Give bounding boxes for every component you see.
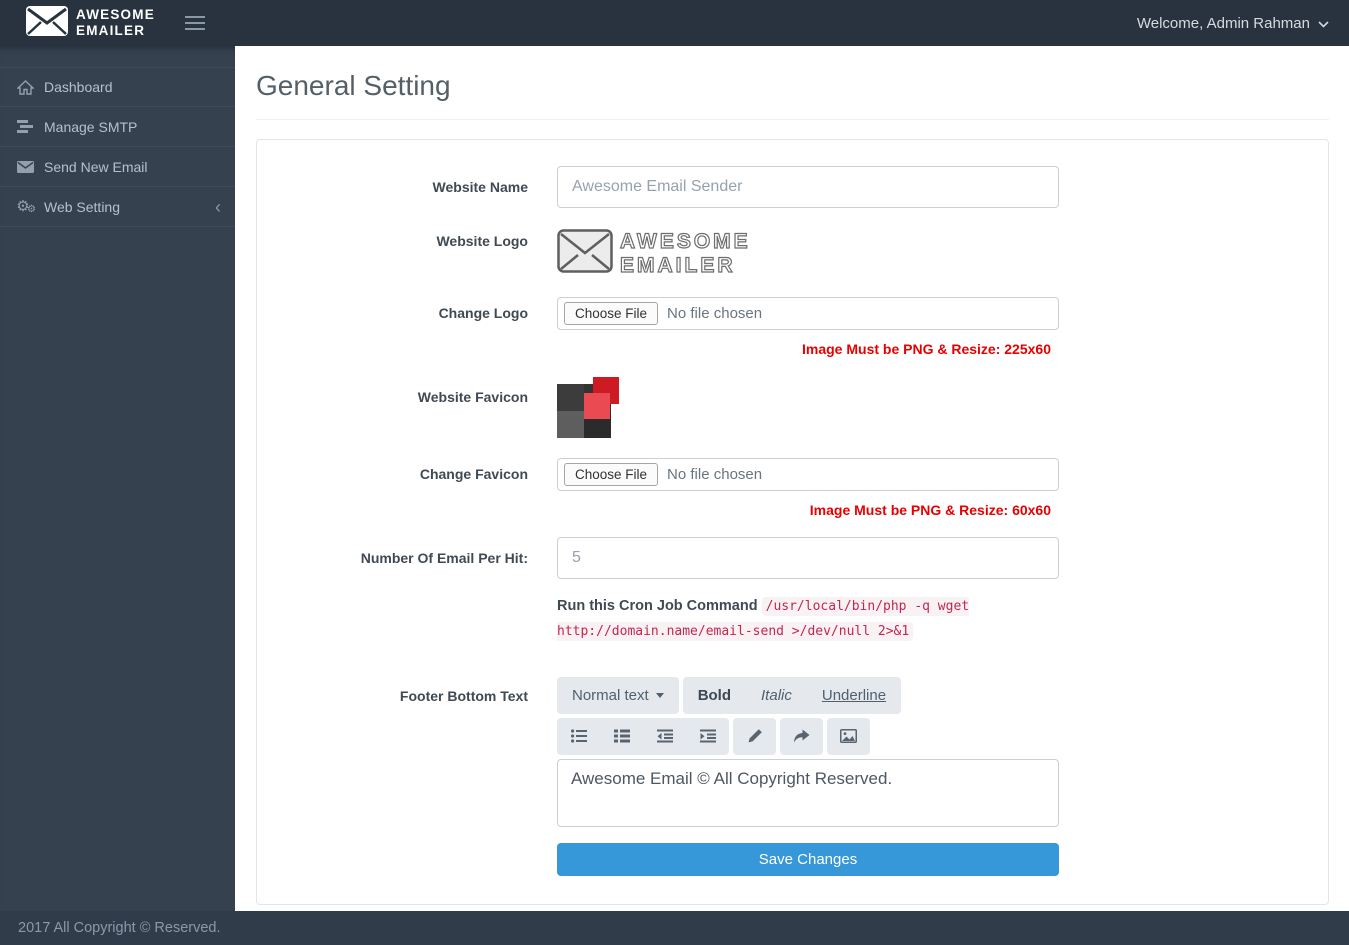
sidebar-item-manage-smtp[interactable]: Manage SMTP	[0, 107, 235, 147]
cron-command-line: Run this Cron Job Command /usr/local/bin…	[557, 594, 1059, 645]
sidebar-item-label: Manage SMTP	[44, 119, 137, 135]
footer-text-label: Footer Bottom Text	[272, 677, 528, 876]
envelope-logo-gray-icon	[557, 229, 613, 278]
file-status-text: No file chosen	[667, 305, 762, 322]
editor-toolbar-row-1: Normal text Bold Italic Underline	[557, 677, 1059, 714]
outdent-icon	[657, 729, 673, 743]
list-ul-icon	[571, 729, 587, 743]
chevron-down-icon	[1318, 15, 1329, 32]
list-icon	[614, 729, 630, 743]
title-divider	[256, 119, 1329, 120]
editor-toolbar-row-2	[557, 718, 1059, 755]
insert-image-button[interactable]	[827, 718, 870, 755]
list-icon	[14, 120, 36, 134]
sidebar-item-label: Dashboard	[44, 79, 113, 95]
pencil-icon	[747, 728, 763, 744]
gears-icon: ⚙︎⚙︎	[14, 199, 36, 214]
sidebar-item-web-setting[interactable]: ⚙︎⚙︎ Web Setting ‹	[0, 187, 235, 227]
home-icon	[14, 80, 36, 95]
main-content: General Setting Website Name Website Log…	[235, 46, 1349, 911]
ordered-list-button[interactable]	[600, 718, 643, 755]
file-status-text: No file chosen	[667, 466, 762, 483]
sidebar-item-dashboard[interactable]: Dashboard	[0, 67, 235, 107]
page-footer: 2017 All Copyright © Reserved.	[0, 911, 1349, 945]
website-favicon-label: Website Favicon	[272, 376, 528, 439]
italic-button[interactable]: Italic	[746, 677, 807, 714]
form-row-website-favicon: Website Favicon	[272, 376, 1313, 439]
user-menu[interactable]: Welcome, Admin Rahman	[1137, 15, 1349, 32]
save-changes-button[interactable]: Save Changes	[557, 843, 1059, 876]
page-title: General Setting	[256, 70, 1329, 102]
forward-arrow-button[interactable]	[780, 718, 823, 755]
favicon-size-hint: Image Must be PNG & Resize: 60x60	[557, 502, 1059, 518]
unordered-list-button[interactable]	[557, 718, 600, 755]
envelope-logo-icon	[26, 6, 68, 41]
image-icon	[840, 729, 857, 743]
forward-arrow-icon	[793, 729, 810, 744]
settings-panel: Website Name Website Logo	[256, 139, 1329, 905]
underline-button[interactable]: Underline	[807, 677, 901, 714]
user-menu-label: Welcome, Admin Rahman	[1137, 15, 1310, 32]
change-logo-file-input[interactable]: Choose File No file chosen	[557, 297, 1059, 330]
change-favicon-file-input[interactable]: Choose File No file chosen	[557, 458, 1059, 491]
form-row-emails-per-hit: Number Of Email Per Hit: Run this Cron J…	[272, 537, 1313, 645]
form-row-website-name: Website Name	[272, 166, 1313, 208]
footer-text-editor[interactable]: Awesome Email © All Copyright Reserved.	[557, 759, 1059, 827]
envelope-icon	[14, 161, 36, 173]
form-row-footer-text: Footer Bottom Text Normal text Bold Ital…	[272, 677, 1313, 876]
form-row-change-favicon: Change Favicon Choose File No file chose…	[272, 458, 1313, 518]
choose-file-button[interactable]: Choose File	[564, 463, 658, 486]
change-logo-label: Change Logo	[272, 297, 528, 357]
cron-label: Run this Cron Job Command	[557, 598, 758, 614]
sidebar-item-send-new-email[interactable]: Send New Email	[0, 147, 235, 187]
sidebar-item-label: Send New Email	[44, 159, 148, 175]
caret-down-icon	[656, 693, 664, 698]
edit-pencil-button[interactable]	[733, 718, 776, 755]
outdent-button[interactable]	[643, 718, 686, 755]
website-logo-label: Website Logo	[272, 227, 528, 278]
form-row-change-logo: Change Logo Choose File No file chosen I…	[272, 297, 1313, 357]
chevron-left-icon: ‹	[215, 198, 221, 216]
sidebar-toggle-hamburger-icon[interactable]	[185, 16, 205, 30]
choose-file-button[interactable]: Choose File	[564, 302, 658, 325]
website-name-input[interactable]	[557, 166, 1059, 208]
website-logo-text: AWESOME EMAILER	[620, 230, 751, 276]
sidebar-item-label: Web Setting	[44, 199, 120, 215]
website-favicon-preview	[557, 377, 619, 439]
top-navbar: AWESOME EMAILER Welcome, Admin Rahman	[0, 0, 1349, 46]
change-favicon-label: Change Favicon	[272, 458, 528, 518]
website-logo-preview: AWESOME EMAILER	[557, 229, 1059, 278]
website-name-label: Website Name	[272, 166, 528, 208]
emails-per-hit-label: Number Of Email Per Hit:	[272, 537, 528, 645]
style-dropdown-button[interactable]: Normal text	[557, 677, 679, 714]
sidebar: Dashboard Manage SMTP Send New Email ⚙︎⚙…	[0, 46, 235, 911]
copyright-text: 2017 All Copyright © Reserved.	[18, 920, 221, 936]
brand-logo[interactable]: AWESOME EMAILER	[0, 0, 169, 46]
brand-text: AWESOME EMAILER	[76, 7, 155, 38]
bold-button[interactable]: Bold	[683, 677, 746, 714]
indent-icon	[700, 729, 716, 743]
indent-button[interactable]	[686, 718, 729, 755]
form-row-website-logo: Website Logo AWESOME EMAILER	[272, 227, 1313, 278]
emails-per-hit-input[interactable]	[557, 537, 1059, 579]
logo-size-hint: Image Must be PNG & Resize: 225x60	[557, 341, 1059, 357]
